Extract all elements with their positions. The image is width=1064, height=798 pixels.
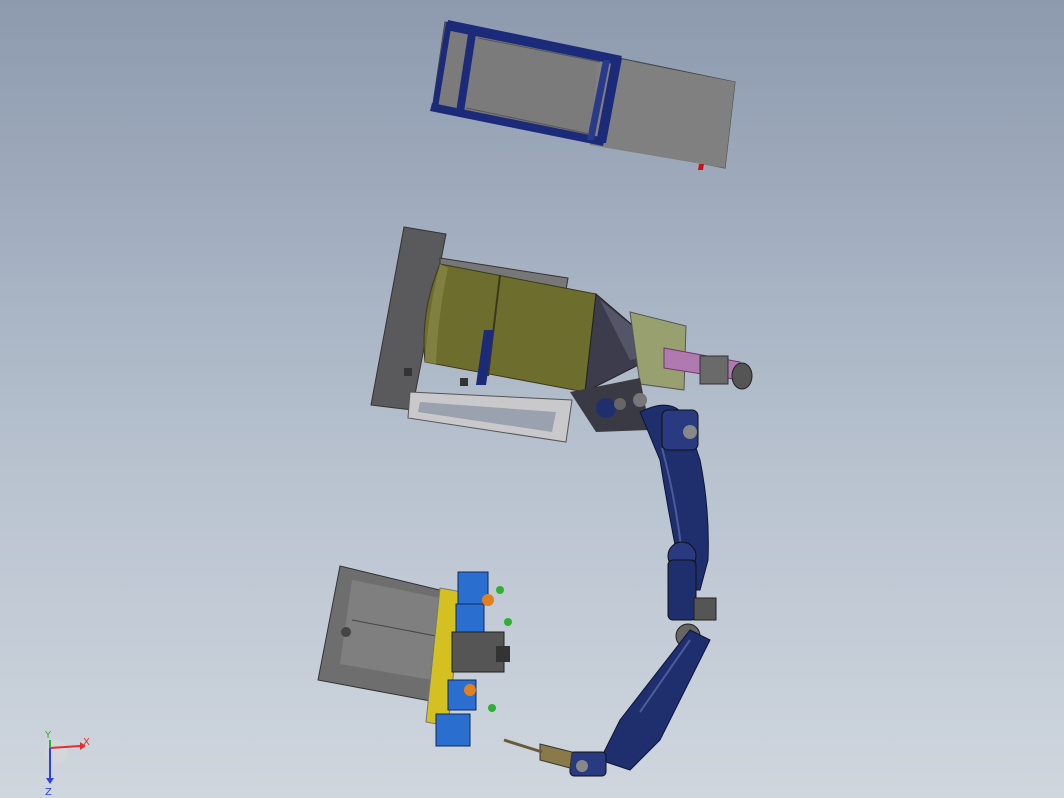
cone-hopper-station[interactable] xyxy=(370,226,753,443)
y-axis-label: Y xyxy=(44,730,52,741)
x-axis-label: X xyxy=(83,737,90,748)
robot-arm[interactable] xyxy=(503,404,717,777)
cad-viewport[interactable]: X Y Z xyxy=(0,0,1064,798)
frame-tray[interactable] xyxy=(430,20,736,170)
z-axis-label: Z xyxy=(45,787,52,798)
fixture-table[interactable] xyxy=(317,565,512,747)
coordinate-triad: X Y Z xyxy=(44,730,90,798)
